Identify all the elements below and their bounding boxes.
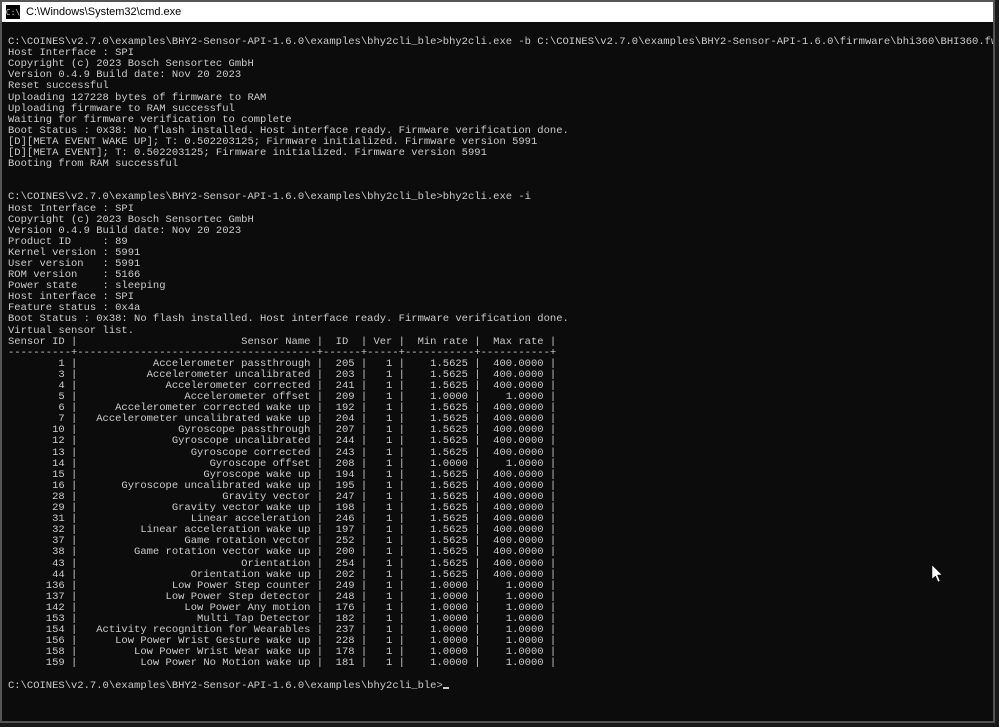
cmd-window: C:\ C:\Windows\System32\cmd.exe C:\COINE… [0,0,995,723]
terminal-output[interactable]: C:\COINES\v2.7.0\examples\BHY2-Sensor-AP… [2,22,993,721]
titlebar[interactable]: C:\ C:\Windows\System32\cmd.exe [2,2,993,22]
cmd-icon: C:\ [6,5,20,19]
window-title: C:\Windows\System32\cmd.exe [26,6,181,18]
command-prompt[interactable]: C:\COINES\v2.7.0\examples\BHY2-Sensor-AP… [8,681,987,692]
text-cursor [443,687,449,689]
